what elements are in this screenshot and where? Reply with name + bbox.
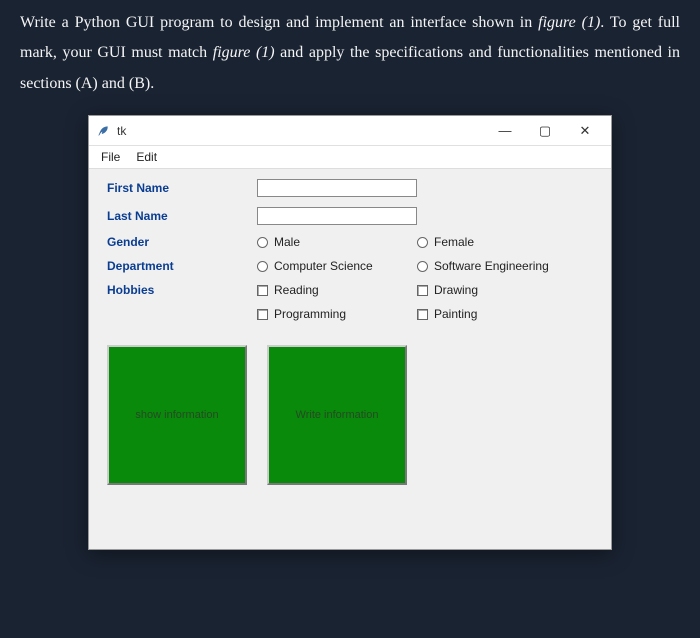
radio-cs-label: Computer Science <box>274 259 373 273</box>
radio-icon <box>417 237 428 248</box>
hobbies-label: Hobbies <box>107 283 257 297</box>
radio-icon <box>257 261 268 272</box>
button-row: show information Write information <box>107 345 593 485</box>
first-name-label: First Name <box>107 181 257 195</box>
department-label: Department <box>107 259 257 273</box>
check-reading[interactable]: Reading <box>257 283 417 297</box>
radio-male[interactable]: Male <box>257 235 417 249</box>
form-area: First Name Last Name Gender Male Female … <box>89 169 611 549</box>
checkbox-icon <box>257 285 268 296</box>
last-name-label: Last Name <box>107 209 257 223</box>
titlebar: tk — ▢ ✕ <box>89 116 611 146</box>
radio-icon <box>257 237 268 248</box>
radio-se[interactable]: Software Engineering <box>417 259 577 273</box>
checkbox-icon <box>417 285 428 296</box>
last-name-input[interactable] <box>257 207 417 225</box>
maximize-button[interactable]: ▢ <box>525 117 565 145</box>
checkbox-icon <box>417 309 428 320</box>
feather-icon <box>95 123 111 139</box>
minimize-button[interactable]: — <box>485 117 525 145</box>
gender-label: Gender <box>107 235 257 249</box>
check-drawing[interactable]: Drawing <box>417 283 577 297</box>
radio-cs[interactable]: Computer Science <box>257 259 417 273</box>
radio-male-label: Male <box>274 235 300 249</box>
radio-icon <box>417 261 428 272</box>
radio-female-label: Female <box>434 235 474 249</box>
radio-female[interactable]: Female <box>417 235 577 249</box>
close-button[interactable]: ✕ <box>565 117 605 145</box>
window-title: tk <box>117 124 485 138</box>
instruction-text: Write a Python GUI program to design and… <box>0 0 700 115</box>
check-painting[interactable]: Painting <box>417 307 577 321</box>
write-information-button[interactable]: Write information <box>267 345 407 485</box>
menu-file[interactable]: File <box>93 148 128 166</box>
check-programming[interactable]: Programming <box>257 307 417 321</box>
check-drawing-label: Drawing <box>434 283 478 297</box>
menu-edit[interactable]: Edit <box>128 148 165 166</box>
checkbox-icon <box>257 309 268 320</box>
first-name-input[interactable] <box>257 179 417 197</box>
check-reading-label: Reading <box>274 283 319 297</box>
show-information-button[interactable]: show information <box>107 345 247 485</box>
check-painting-label: Painting <box>434 307 477 321</box>
window-controls: — ▢ ✕ <box>485 117 605 145</box>
menubar: File Edit <box>89 146 611 169</box>
tk-window: tk — ▢ ✕ File Edit First Name Last Name … <box>88 115 612 550</box>
radio-se-label: Software Engineering <box>434 259 549 273</box>
check-programming-label: Programming <box>274 307 346 321</box>
